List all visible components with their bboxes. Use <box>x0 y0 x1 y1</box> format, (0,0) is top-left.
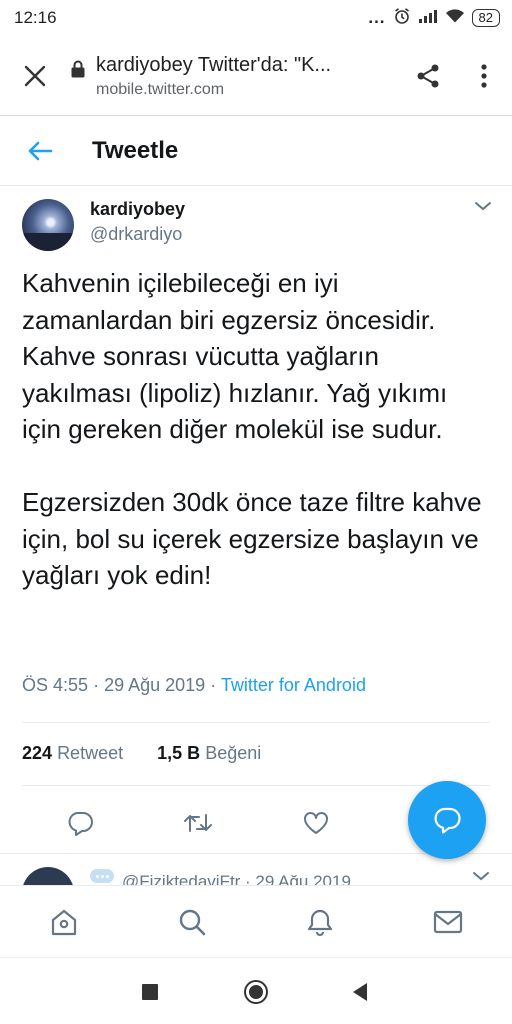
url-bar[interactable]: kardiyobey Twitter'da: "K... mobile.twit… <box>70 52 400 99</box>
next-tweet-preview[interactable]: @FiziktedaviFtr · 29 Ağu 2019 <box>0 855 512 885</box>
bottom-navigation <box>0 885 512 957</box>
retweet-label: Retweet <box>57 743 124 763</box>
status-time: 12:16 <box>14 8 57 27</box>
conversation-icon <box>90 869 114 883</box>
battery-indicator: 82 <box>471 9 500 27</box>
home-icon <box>51 909 77 936</box>
tweet-page-header: Tweetle <box>0 116 512 186</box>
triangle-back-icon <box>353 983 367 1001</box>
tweet-options-button[interactable] <box>474 199 492 217</box>
more-notifications-icon: ... <box>368 8 386 27</box>
divider <box>22 785 490 786</box>
tweet-paragraph-1: Kahvenin içilebileceği en iyi zamanlarda… <box>22 268 448 444</box>
close-tab-button[interactable] <box>0 36 70 116</box>
tweet-author: kardiyobey @drkardiyo <box>22 199 492 255</box>
tweet-stats: 224 Retweet 1,5 B Beğeni <box>22 743 261 764</box>
tweet-options-button[interactable] <box>472 869 490 885</box>
signal-icon <box>418 8 438 29</box>
system-navigation-bar <box>0 957 512 1024</box>
share-icon <box>417 64 439 87</box>
like-label: Beğeni <box>205 743 262 763</box>
alarm-icon <box>393 7 411 30</box>
chevron-down-icon <box>473 872 489 881</box>
tweet-paragraph-2: Egzersizden 30dk önce taze filtre kahve … <box>22 487 482 590</box>
square-icon <box>142 984 158 1000</box>
status-bar: 12:16 ... 82 <box>0 0 512 36</box>
chevron-down-icon <box>475 202 491 211</box>
reply-button[interactable] <box>60 803 100 843</box>
more-vertical-icon <box>481 63 487 88</box>
header-title: Tweetle <box>92 136 179 164</box>
recents-button[interactable] <box>136 978 164 1006</box>
circle-icon <box>244 980 268 1004</box>
next-tweet-author: @FiziktedaviFtr · 29 Ağu 2019 <box>122 872 351 885</box>
tweet-date: 29 Ağu 2019 <box>104 675 206 695</box>
reply-icon <box>68 812 93 836</box>
author-handle[interactable]: @drkardiyo <box>90 224 185 245</box>
author-display-name[interactable]: kardiyobey <box>90 199 185 220</box>
retweet-button[interactable] <box>178 803 218 843</box>
nav-notifications[interactable] <box>300 902 340 942</box>
tweet-time: ÖS 4:55 <box>22 675 89 695</box>
retweet-count: 224 <box>22 743 53 763</box>
bell-icon <box>307 909 333 937</box>
tweet-meta: ÖS 4:55 · 29 Ağu 2019 · Twitter for Andr… <box>22 675 366 696</box>
status-icons: ... 82 <box>368 7 500 30</box>
like-count: 1,5 B <box>157 743 201 763</box>
tweet-text: Kahvenin içilebileceği en iyi zamanlarda… <box>22 265 492 594</box>
nav-search[interactable] <box>172 902 212 942</box>
share-button[interactable] <box>400 62 456 90</box>
browser-menu-button[interactable] <box>456 63 512 89</box>
heart-icon <box>304 812 328 834</box>
browser-toolbar: kardiyobey Twitter'da: "K... mobile.twit… <box>0 36 512 116</box>
search-icon <box>179 909 206 936</box>
home-system-button[interactable] <box>242 978 270 1006</box>
nav-messages[interactable] <box>428 902 468 942</box>
tweet-client-link[interactable]: Twitter for Android <box>221 675 366 695</box>
divider <box>22 722 490 723</box>
lock-icon <box>71 60 85 78</box>
mail-icon <box>433 910 463 934</box>
compose-reply-fab[interactable] <box>408 781 486 859</box>
retweet-icon <box>184 814 212 832</box>
back-system-button[interactable] <box>346 978 374 1006</box>
back-button[interactable] <box>0 141 80 161</box>
like-stat[interactable]: 1,5 B Beğeni <box>157 743 261 763</box>
retweet-stat[interactable]: 224 Retweet <box>22 743 123 763</box>
page-domain: mobile.twitter.com <box>96 81 225 98</box>
wifi-icon <box>445 8 465 29</box>
reply-icon <box>434 807 461 834</box>
close-icon <box>24 65 46 86</box>
back-arrow-icon <box>28 141 53 160</box>
like-button[interactable] <box>296 803 336 843</box>
avatar[interactable] <box>22 867 74 885</box>
avatar[interactable] <box>22 199 74 251</box>
meta-separator: · <box>210 675 217 695</box>
meta-separator: · <box>93 675 100 695</box>
nav-home[interactable] <box>44 902 84 942</box>
page-title: kardiyobey Twitter'da: "K... <box>96 54 332 76</box>
